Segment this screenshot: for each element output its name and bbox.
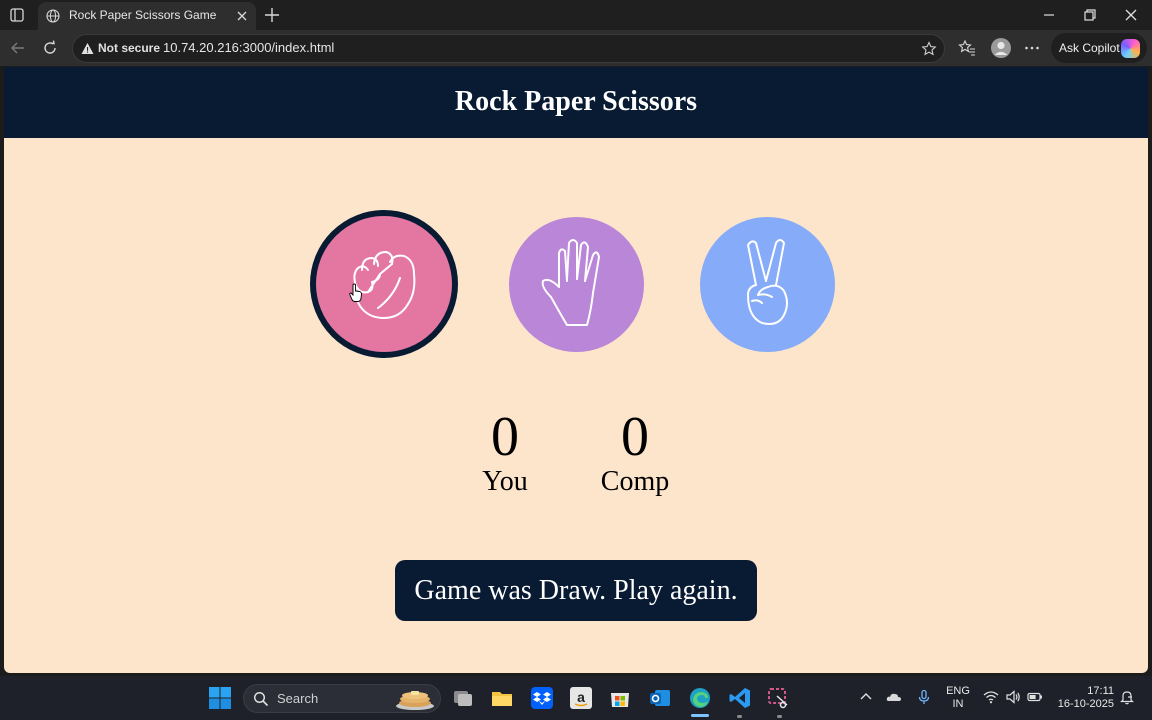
taskbar-search[interactable]: Search xyxy=(243,684,441,713)
back-icon[interactable] xyxy=(9,39,27,57)
security-status[interactable]: Not secure xyxy=(98,41,160,55)
snipping-tool-icon[interactable] xyxy=(767,686,791,710)
restore-icon[interactable] xyxy=(1081,6,1099,24)
user-score-value: 0 xyxy=(491,406,519,468)
task-view-icon[interactable] xyxy=(451,686,475,710)
hand-cursor-icon xyxy=(349,283,362,302)
comp-score-label: Comp xyxy=(600,466,670,497)
search-icon xyxy=(253,691,269,707)
wifi-icon[interactable] xyxy=(983,689,999,705)
rock-choice-button[interactable] xyxy=(310,210,458,358)
close-window-icon[interactable] xyxy=(1122,6,1140,24)
page-header: Rock Paper Scissors xyxy=(4,67,1148,138)
favorites-icon[interactable] xyxy=(958,39,976,57)
volume-icon[interactable] xyxy=(1005,689,1021,705)
copilot-label: Ask Copilot xyxy=(1059,41,1120,55)
outlook-icon[interactable] xyxy=(648,686,672,710)
ask-copilot-button[interactable]: Ask Copilot xyxy=(1051,33,1147,63)
windows-start-icon[interactable] xyxy=(209,687,231,709)
browser-toolbar: Not secure 10.74.20.216:3000/index.html … xyxy=(0,30,1152,66)
result-message: Game was Draw. Play again. xyxy=(395,560,757,621)
notification-bell-icon[interactable] xyxy=(1119,689,1135,705)
edge-icon[interactable] xyxy=(688,686,712,710)
edge-active-indicator xyxy=(691,714,709,717)
more-options-icon[interactable] xyxy=(1023,39,1041,57)
minimize-icon[interactable] xyxy=(1040,6,1058,24)
user-score: 0 You xyxy=(450,407,560,497)
globe-icon xyxy=(46,9,60,23)
system-clock[interactable]: 17:11 16-10-2025 xyxy=(1052,685,1114,711)
tab-actions-icon[interactable] xyxy=(6,5,28,25)
tab-title: Rock Paper Scissors Game xyxy=(69,8,217,22)
copilot-icon xyxy=(1121,39,1140,58)
amazon-icon[interactable]: a xyxy=(569,686,593,710)
chevron-up-icon[interactable] xyxy=(858,689,874,705)
refresh-icon[interactable] xyxy=(41,39,59,57)
browser-tab-bar: Rock Paper Scissors Game xyxy=(0,0,1152,30)
new-tab-icon[interactable] xyxy=(263,6,281,24)
pancake-highlight-icon xyxy=(396,691,434,710)
microsoft-store-icon[interactable] xyxy=(608,686,632,710)
favorite-star-icon[interactable] xyxy=(921,41,937,57)
dropbox-icon[interactable] xyxy=(530,686,554,710)
svg-text:a: a xyxy=(577,689,585,705)
vscode-icon[interactable] xyxy=(728,686,752,710)
comp-score: 0 Comp xyxy=(580,407,690,497)
search-placeholder: Search xyxy=(277,691,319,706)
language-code: ENG xyxy=(946,685,970,697)
scissors-choice-button[interactable] xyxy=(700,217,835,352)
paper-choice-button[interactable] xyxy=(509,217,644,352)
microphone-icon[interactable] xyxy=(916,689,932,705)
scissors-hand-icon xyxy=(746,238,788,325)
paper-hand-icon xyxy=(541,238,600,326)
web-page: Rock Paper Scissors 0 You 0 Comp Game wa… xyxy=(4,67,1148,673)
address-bar[interactable]: Not secure 10.74.20.216:3000/index.html xyxy=(72,34,945,63)
clock-date: 16-10-2025 xyxy=(1057,698,1114,710)
region-code: IN xyxy=(952,698,964,710)
user-score-label: You xyxy=(482,466,528,497)
url-text[interactable]: 10.74.20.216:3000/index.html xyxy=(163,40,334,55)
onedrive-icon[interactable] xyxy=(886,689,902,705)
snipping-running-indicator xyxy=(777,715,782,718)
windows-taskbar: Search a ENG IN 17:11 16-10-2025 xyxy=(0,676,1152,720)
vscode-running-indicator xyxy=(737,715,742,718)
profile-avatar-icon[interactable] xyxy=(990,37,1012,59)
battery-icon[interactable] xyxy=(1027,689,1043,705)
close-tab-icon[interactable] xyxy=(235,9,249,23)
page-title: Rock Paper Scissors xyxy=(454,86,698,117)
file-explorer-icon[interactable] xyxy=(490,686,514,710)
clock-time: 17:11 xyxy=(1087,685,1114,697)
language-indicator[interactable]: ENG IN xyxy=(945,685,971,711)
browser-tab[interactable]: Rock Paper Scissors Game xyxy=(38,2,256,30)
warning-icon xyxy=(81,43,94,54)
comp-score-value: 0 xyxy=(621,406,649,468)
